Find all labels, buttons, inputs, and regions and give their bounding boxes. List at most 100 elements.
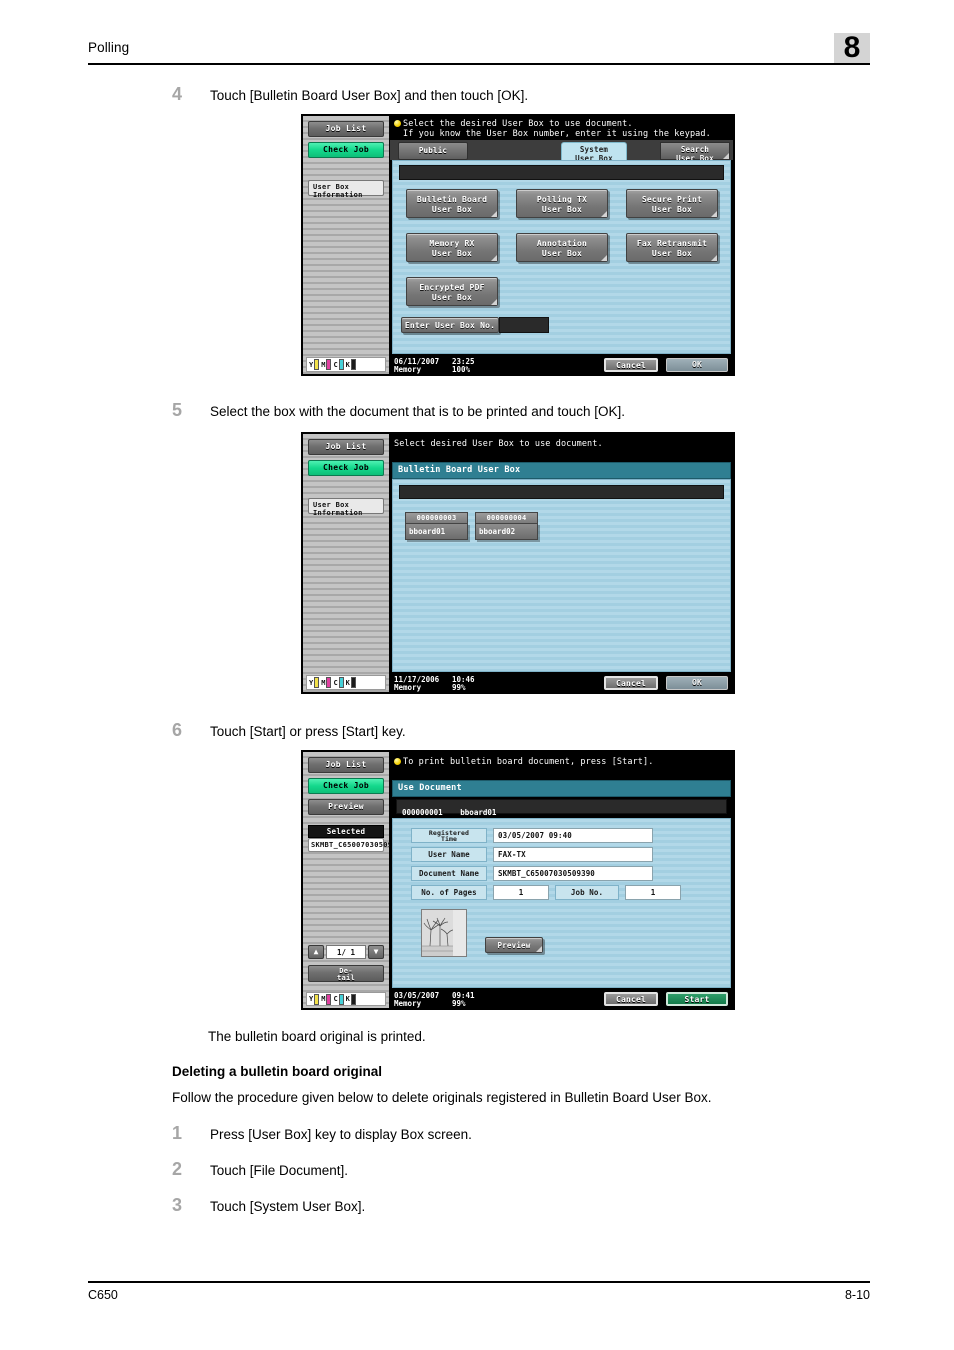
screen4-status-memory-label: Memory <box>394 365 422 374</box>
screen6-document-header-id: 000000001 <box>402 808 443 817</box>
document-thumbnail <box>421 909 467 957</box>
field-value-no-of-pages: 1 <box>493 885 549 900</box>
user-box-tile-bboard01[interactable]: 000000003 bboard01 <box>405 512 468 540</box>
screen6-status-memory-label: Memory <box>394 999 422 1008</box>
screen6-job-list-button[interactable]: Job List <box>308 757 384 773</box>
screen4-status-memory-pct: 100% <box>452 365 471 374</box>
screen6-page-indicator: 1/ 1 <box>326 945 366 959</box>
step-5-text: Select the box with the document that is… <box>210 404 625 419</box>
delete-step-1-number: 1 <box>172 1123 183 1143</box>
screen4-check-job-button[interactable]: Check Job <box>308 142 384 158</box>
user-box-tile-bboard02[interactable]: 000000004 bboard02 <box>475 512 538 540</box>
screen6-selected-document-item[interactable]: SKMBT_C65007030509 <box>308 838 392 852</box>
toner-label-k: K <box>345 360 350 369</box>
screen4-sidebar: Job List Check Job User Box Information … <box>303 116 389 374</box>
screen6-detail-button[interactable]: De- tail <box>308 965 384 982</box>
delete-step-2: 2 Touch [File Document]. <box>172 1159 872 1183</box>
key-annotation-line2: User Box <box>541 249 583 258</box>
screen4-cancel-button[interactable]: Cancel <box>604 358 658 372</box>
key-encrypted-pdf-user-box[interactable]: Encrypted PDF User Box <box>406 277 498 306</box>
toner-label-y: Y <box>309 678 314 687</box>
field-label-registered-time-line2: Time <box>440 835 458 843</box>
field-label-no-of-pages: No. of Pages <box>411 885 487 900</box>
key-polling-tx-line2: User Box <box>541 205 583 214</box>
screen4-toner-gauge: Y M C K <box>306 357 386 372</box>
toner-bar-k <box>350 993 356 1005</box>
screen6-preview-button[interactable]: Preview <box>308 799 384 815</box>
subsection-intro: Follow the procedure given below to dele… <box>172 1090 712 1105</box>
toner-bar-m <box>326 993 332 1005</box>
screen5-search-field[interactable] <box>399 485 724 499</box>
delete-step-2-text: Touch [File Document]. <box>210 1163 349 1178</box>
delete-step-2-number: 2 <box>172 1159 183 1179</box>
tab-system-user-box[interactable]: System User Box <box>561 142 627 163</box>
key-fax-retransmit-user-box[interactable]: Fax Retransmit User Box <box>626 233 718 262</box>
screen4-job-list-button[interactable]: Job List <box>308 121 384 137</box>
toner-bar-k <box>350 359 356 370</box>
screen6-document-header-name: bboard01 <box>460 808 497 817</box>
toner-bar-m <box>326 359 332 370</box>
screen6-toner-gauge: Y M C K <box>306 992 386 1006</box>
key-polling-tx-line1: Polling TX <box>536 195 588 204</box>
screen6-check-job-button[interactable]: Check Job <box>308 778 384 794</box>
field-value-job-no: 1 <box>625 885 681 900</box>
key-secure-print-line1: Secure Print <box>641 195 703 204</box>
tab-public[interactable]: Public <box>398 142 468 160</box>
key-annotation-user-box[interactable]: Annotation User Box <box>516 233 608 262</box>
screen6-message: To print bulletin board document, press … <box>394 757 729 767</box>
lcd-screen-step4[interactable]: Job List Check Job User Box Information … <box>301 114 735 376</box>
screen6-body-panel: Registered Time 03/05/2007 09:40 User Na… <box>392 818 731 988</box>
enter-user-box-no-button[interactable]: Enter User Box No. <box>401 317 499 333</box>
screen6-cancel-button[interactable]: Cancel <box>604 992 658 1006</box>
key-encrypted-pdf-line1: Encrypted PDF <box>419 283 485 292</box>
delete-step-1-text: Press [User Box] key to display Box scre… <box>210 1127 472 1142</box>
screen6-main: To print bulletin board document, press … <box>390 752 733 1008</box>
preview-button[interactable]: Preview <box>485 937 543 953</box>
screen4-message: Select the desired User Box to use docum… <box>394 119 729 139</box>
key-bulletin-board-user-box[interactable]: Bulletin Board User Box <box>406 189 498 218</box>
screen6-section-title: Use Document <box>392 780 731 797</box>
field-label-job-no: Job No. <box>555 885 619 900</box>
screen5-body-panel: 000000003 bboard01 000000004 bboard02 <box>392 479 731 672</box>
screen4-user-box-info-line1: User Box <box>313 183 350 191</box>
page-up-arrow-icon[interactable]: ▲ <box>308 945 324 959</box>
page-down-arrow-icon[interactable]: ▼ <box>368 945 384 959</box>
screen4-main: Select the desired User Box to use docum… <box>390 116 733 374</box>
toner-label-y: Y <box>309 995 314 1003</box>
enter-user-box-no-field[interactable] <box>499 317 549 333</box>
key-secure-print-user-box[interactable]: Secure Print User Box <box>626 189 718 218</box>
toner-bar-y <box>314 359 320 370</box>
screen5-ok-button[interactable]: OK <box>666 676 728 690</box>
footer-page-number: 8-10 <box>844 1288 870 1302</box>
key-fax-retransmit-line1: Fax Retransmit <box>636 239 708 248</box>
lcd-screen-step6[interactable]: Job List Check Job Preview Selected Docu… <box>301 750 735 1010</box>
screen5-cancel-button[interactable]: Cancel <box>604 676 658 690</box>
screen4-body-panel: Bulletin Board User Box Polling TX User … <box>392 160 731 354</box>
screen4-user-box-name-field[interactable] <box>399 165 724 180</box>
screen4-user-box-information-button[interactable]: User Box Information <box>308 180 384 199</box>
screen5-status-bar: 11/17/2006 Memory 10:46 99% Cancel OK <box>390 674 733 692</box>
screen6-start-button[interactable]: Start <box>666 992 728 1006</box>
screen4-message-line2: If you know the User Box number, enter i… <box>403 129 711 139</box>
tab-search-user-box[interactable]: Search User Box <box>660 142 730 163</box>
toner-label-m: M <box>321 995 326 1003</box>
screen5-toner-gauge: Y M C K <box>306 675 386 690</box>
screen6-selected-documents-header: Selected Documents <box>308 825 384 847</box>
screen5-check-job-button[interactable]: Check Job <box>308 460 384 476</box>
field-label-user-name: User Name <box>411 847 487 862</box>
screen4-ok-button[interactable]: OK <box>666 358 728 372</box>
user-box-id-bboard01: 000000003 <box>405 512 468 523</box>
thumbnail-image <box>422 910 466 956</box>
key-memory-rx-user-box[interactable]: Memory RX User Box <box>406 233 498 262</box>
lcd-screen-step5[interactable]: Job List Check Job User Box Information … <box>301 432 735 694</box>
lightbulb-icon <box>394 120 401 127</box>
document-page: Polling 8 4 Touch [Bulletin Board User B… <box>0 0 954 1350</box>
toner-bar-k <box>350 677 356 688</box>
page-header: Polling <box>88 40 870 65</box>
key-polling-tx-user-box[interactable]: Polling TX User Box <box>516 189 608 218</box>
subsection-heading: Deleting a bulletin board original <box>172 1064 383 1079</box>
screen5-user-box-information-button[interactable]: User Box Information <box>308 498 384 517</box>
screen5-main: Select desired User Box to use document.… <box>390 434 733 692</box>
delete-step-3-text: Touch [System User Box]. <box>210 1199 366 1214</box>
screen5-job-list-button[interactable]: Job List <box>308 439 384 455</box>
